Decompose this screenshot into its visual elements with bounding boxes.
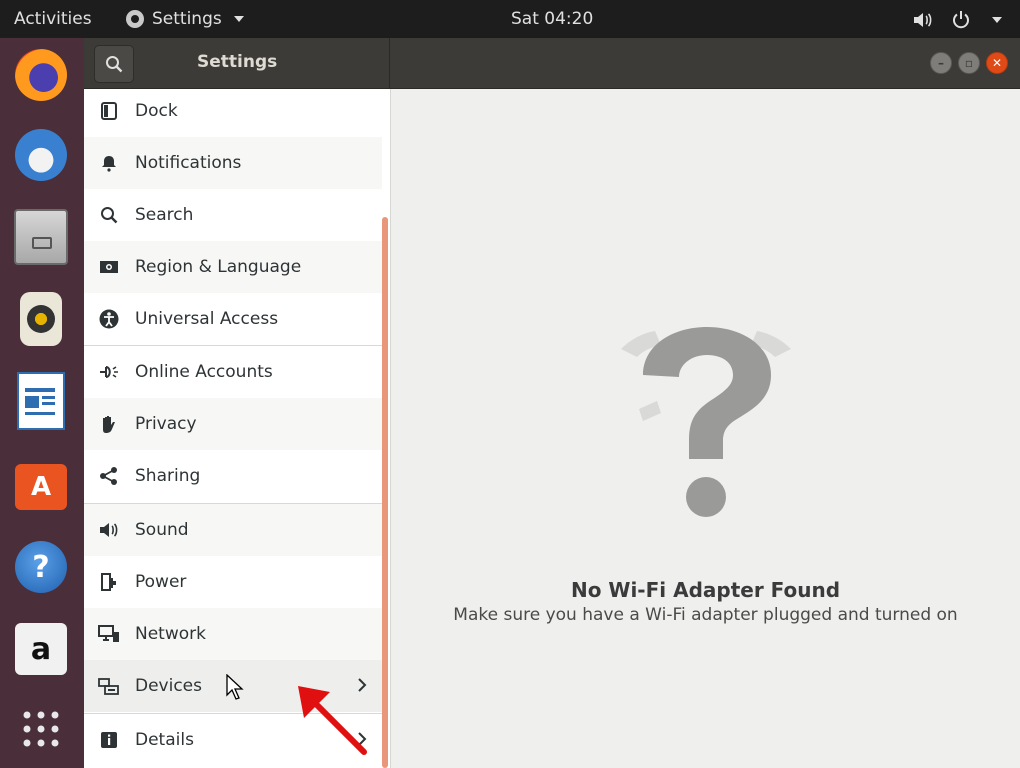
speaker-icon [97,518,121,542]
sidebar-item-label: Devices [135,676,202,696]
sidebar-item-network[interactable]: Network [84,608,382,660]
sidebar-item-privacy[interactable]: Privacy [84,398,382,450]
sidebar-item-label: Online Accounts [135,362,273,382]
help-icon[interactable]: ? [12,538,70,596]
clock[interactable]: Sat 04:20 [511,9,593,29]
system-menu-chevron-icon[interactable] [992,17,1002,23]
sidebar-item-label: Search [135,205,194,225]
volume-icon[interactable] [912,9,934,31]
sidebar-item-label: Sharing [135,466,201,486]
rhythmbox-icon[interactable] [12,290,70,348]
sidebar-item-label: Details [135,730,194,750]
files-icon[interactable] [12,208,70,266]
chevron-down-icon [233,16,244,22]
window-title: Settings [197,52,278,72]
dock-icon [97,99,121,123]
info-icon [97,728,121,752]
power-plug-icon [97,570,121,594]
window-controls: – ▫ ✕ [930,52,1008,74]
top-bar: Activities Settings Sat 04:20 [0,0,1020,38]
no-wifi-title: No Wi-Fi Adapter Found [570,578,841,602]
search-icon [97,203,121,227]
settings-sidebar[interactable]: Dock Notifications Search Region & Langu… [84,89,391,768]
sidebar-item-dock[interactable]: Dock [84,89,382,137]
sidebar-item-label: Network [135,624,206,644]
wifi-panel: No Wi-Fi Adapter Found Make sure you hav… [391,89,1020,768]
sidebar-item-online-accounts[interactable]: Online Accounts [84,345,382,398]
header-divider [389,38,390,88]
flag-icon [97,255,121,279]
dock: A ? a [0,38,84,768]
app-menu[interactable]: Settings [126,9,244,29]
close-button[interactable]: ✕ [986,52,1008,74]
sidebar-scrollbar[interactable] [382,217,388,768]
activities-button[interactable]: Activities [14,9,92,29]
app-grid-icon[interactable] [12,700,70,758]
sidebar-item-label: Dock [135,101,178,121]
search-icon [106,56,123,73]
hand-icon [97,412,121,436]
sidebar-item-label: Privacy [135,414,197,434]
settings-gear-icon [126,10,144,28]
mouse-cursor-icon [226,674,244,700]
sidebar-item-label: Power [135,572,187,592]
system-tray[interactable] [912,9,1002,31]
sidebar-item-label: Notifications [135,153,242,173]
accessibility-icon [97,307,121,331]
maximize-button[interactable]: ▫ [958,52,980,74]
sidebar-item-search[interactable]: Search [84,189,382,241]
sidebar-item-sharing[interactable]: Sharing [84,450,382,502]
share-icon [97,464,121,488]
sidebar-item-region-language[interactable]: Region & Language [84,241,382,293]
sidebar-item-label: Region & Language [135,257,302,277]
no-wifi-subtitle: Make sure you have a Wi-Fi adapter plugg… [453,605,958,625]
software-icon[interactable]: A [12,454,70,512]
sidebar-item-universal-access[interactable]: Universal Access [84,293,382,345]
bell-icon [97,151,121,175]
power-icon[interactable] [950,9,972,31]
sidebar-item-label: Universal Access [135,309,279,329]
app-menu-label: Settings [152,9,222,29]
writer-icon[interactable] [12,372,70,430]
sidebar-item-notifications[interactable]: Notifications [84,137,382,189]
amazon-icon[interactable]: a [12,620,70,678]
sidebar-item-power[interactable]: Power [84,556,382,608]
thunderbird-icon[interactable] [12,126,70,184]
question-mark-icon [621,327,791,517]
firefox-icon[interactable] [12,46,70,104]
sidebar-item-sound[interactable]: Sound [84,503,382,556]
network-icon [97,622,121,646]
search-button[interactable] [94,45,134,83]
annotation-arrow-icon [298,686,367,755]
window-header: Settings – ▫ ✕ [84,38,1020,89]
minimize-button[interactable]: – [930,52,952,74]
sidebar-item-label: Sound [135,520,189,540]
devices-icon [97,674,121,698]
online-accounts-icon [97,360,121,384]
